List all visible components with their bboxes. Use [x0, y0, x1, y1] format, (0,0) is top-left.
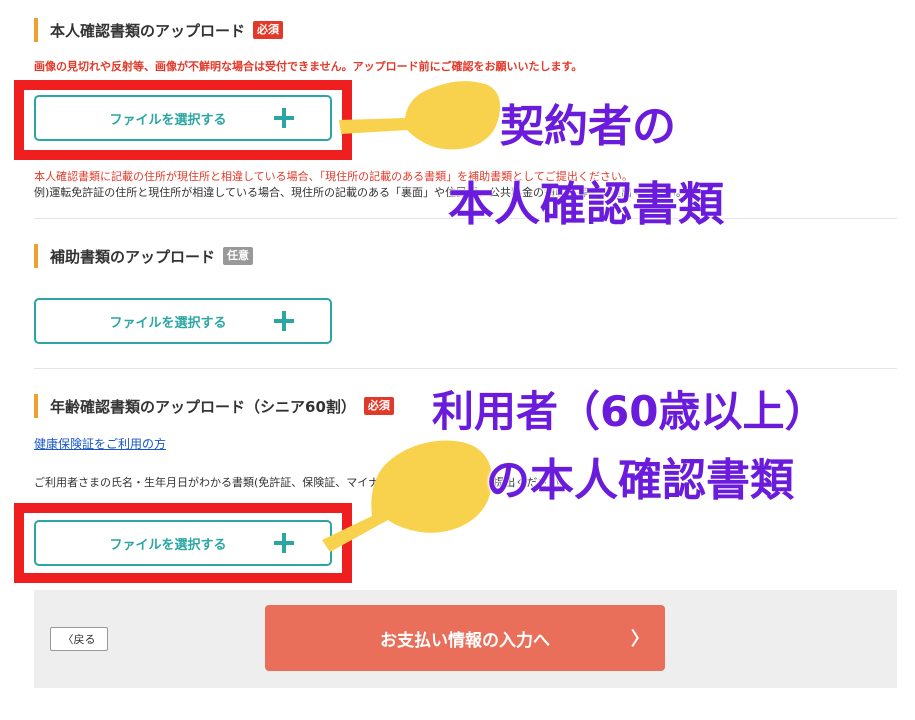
overlay-text-2a: 利用者（60歳以上）	[432, 387, 827, 436]
file-select-label: ファイルを選択する	[109, 537, 227, 553]
overlay-text-2b: の本人確認書類	[486, 455, 794, 506]
next-button-label: お支払い情報の入力へ	[380, 630, 550, 651]
plus-icon	[274, 533, 294, 553]
section1-title-text: 本人確認書類のアップロード	[50, 21, 246, 40]
section3-title: 年齢確認書類のアップロード（シニア60割） 必須	[34, 394, 394, 418]
section2-title: 補助書類のアップロード 任意	[34, 244, 254, 268]
section2-title-text: 補助書類のアップロード	[50, 247, 216, 266]
section1-title: 本人確認書類のアップロード 必須	[34, 18, 284, 42]
divider	[34, 368, 897, 369]
file-select-button-1[interactable]: ファイルを選択する	[34, 95, 332, 141]
file-select-label: ファイルを選択する	[109, 315, 227, 331]
plus-icon	[274, 311, 294, 331]
pointing-hand-icon	[339, 81, 501, 150]
required-badge: 必須	[253, 21, 284, 39]
file-select-button-3[interactable]: ファイルを選択する	[34, 520, 332, 566]
footer-bar: 〈戻る お支払い情報の入力へ 〉	[34, 590, 897, 688]
optional-badge: 任意	[223, 247, 254, 265]
health-insurance-link[interactable]: 健康保険証をご利用の方	[34, 437, 166, 451]
next-payment-button[interactable]: お支払い情報の入力へ 〉	[265, 605, 665, 671]
plus-icon	[274, 108, 294, 128]
file-select-label: ファイルを選択する	[109, 112, 227, 128]
health-insurance-link-wrap: 健康保険証をご利用の方	[34, 433, 166, 452]
pointing-hand-icon	[322, 440, 493, 552]
section3-title-text: 年齢確認書類のアップロード（シニア60割）	[50, 397, 356, 416]
overlay-text-1a: 契約者の	[500, 101, 676, 152]
file-select-button-2[interactable]: ファイルを選択する	[34, 298, 332, 344]
back-button[interactable]: 〈戻る	[50, 627, 108, 651]
overlay-text-1b: 本人確認書類	[448, 177, 724, 231]
chevron-right-icon: 〉	[631, 629, 649, 650]
required-badge: 必須	[363, 397, 394, 415]
